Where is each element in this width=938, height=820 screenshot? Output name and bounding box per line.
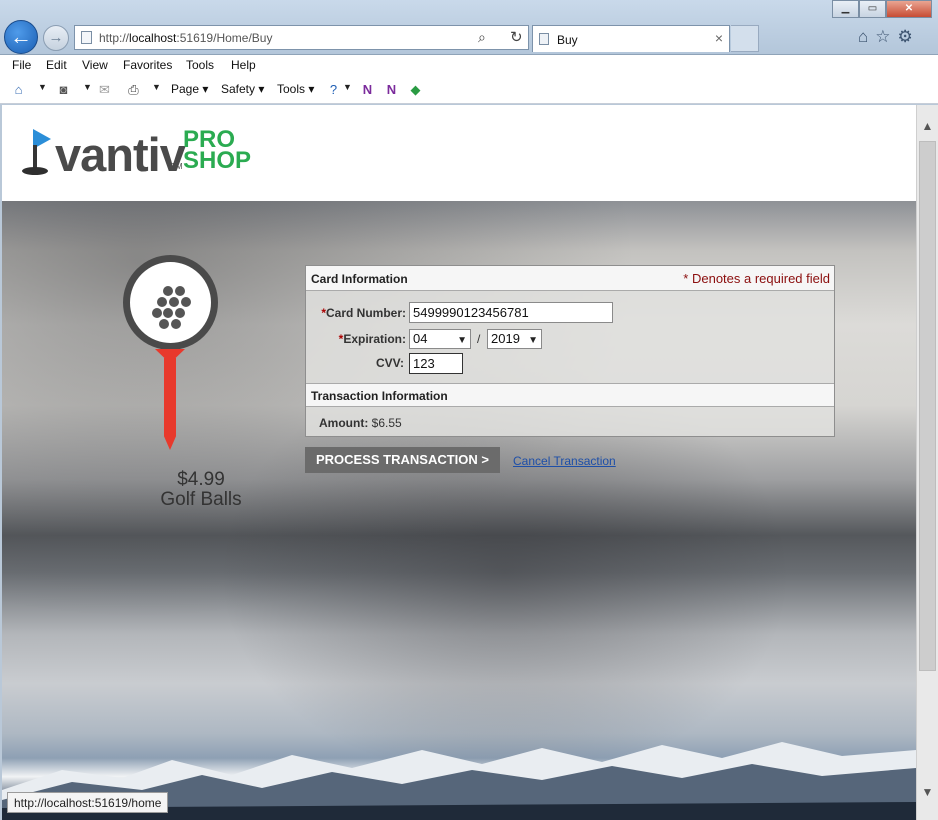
card-number-label-text: Card Number: xyxy=(325,306,406,320)
tab-page-icon xyxy=(539,33,549,45)
page-menu[interactable]: Page ▾ xyxy=(171,82,208,96)
chevron-down-icon: ▼ xyxy=(457,335,467,346)
expiration-month-select[interactable]: 04 ▼ xyxy=(409,329,471,349)
scroll-down-icon[interactable]: ▼ xyxy=(917,785,938,803)
process-transaction-button[interactable]: PROCESS TRANSACTION > xyxy=(305,447,500,473)
card-info-title: Card Information xyxy=(311,272,408,286)
logo-trademark: TM xyxy=(171,162,183,171)
menu-edit[interactable]: Edit xyxy=(46,58,67,72)
url-path: :51619/Home/Buy xyxy=(176,31,273,45)
tools-menu-label: Tools xyxy=(277,82,306,96)
window-controls: ▁ ▭ ✕ xyxy=(832,0,932,18)
expiration-year-select[interactable]: 2019 ▼ xyxy=(487,329,542,349)
cvv-label: CVV: xyxy=(375,356,404,370)
menu-view[interactable]: View xyxy=(82,58,108,72)
safety-menu[interactable]: Safety ▾ xyxy=(221,82,264,96)
payment-form-panel: Card Information * Denotes a required fi… xyxy=(305,265,835,437)
golf-ball-icon xyxy=(123,255,218,350)
minimize-button[interactable]: ▁ xyxy=(832,0,859,18)
tab-buy[interactable]: Buy × xyxy=(532,25,730,52)
settings-gear-icon[interactable]: ⚙ xyxy=(898,27,913,47)
tab-close-icon[interactable]: × xyxy=(715,30,723,46)
help-icon[interactable]: ? xyxy=(326,82,341,97)
logo-wordmark: vantiv xyxy=(55,128,186,181)
mail-icon[interactable]: ✉ xyxy=(97,82,112,97)
chevron-down-icon: ▼ xyxy=(528,335,538,346)
print-icon[interactable]: ⎙ xyxy=(126,82,141,97)
expiration-label: *Expiration: xyxy=(316,332,406,346)
favorites-star-icon[interactable]: ☆ xyxy=(875,27,890,47)
home-icon[interactable]: ⌂ xyxy=(858,27,868,47)
addon-icon[interactable]: ◆ xyxy=(408,82,423,97)
address-bar[interactable]: http://localhost:51619/Home/Buy ⌕ ↻ xyxy=(74,25,529,50)
amount-row: Amount: $6.55 xyxy=(319,416,402,430)
search-icon[interactable]: ⌕ xyxy=(478,29,486,46)
site-header: vantiv TM PRO SHOP xyxy=(2,105,916,201)
forward-button[interactable]: → xyxy=(43,25,69,51)
card-info-header: Card Information * Denotes a required fi… xyxy=(306,266,834,291)
page-viewport: vantiv TM PRO SHOP $4.99 Golf Balls Card… xyxy=(2,105,916,820)
tools-menu[interactable]: Tools ▾ xyxy=(277,82,314,96)
cvv-field[interactable]: 123 xyxy=(409,353,463,374)
transaction-info-title: Transaction Information xyxy=(311,389,448,403)
card-number-label: *Card Number: xyxy=(316,306,406,320)
chevron-down-icon[interactable]: ▼ xyxy=(38,82,47,92)
forward-icon: → xyxy=(48,29,64,46)
scrollbar-thumb[interactable] xyxy=(919,141,936,671)
expiration-year-value: 2019 xyxy=(491,331,520,346)
menu-file[interactable]: File xyxy=(12,58,31,72)
required-field-note: * Denotes a required field xyxy=(683,271,830,286)
url-prefix: http:// xyxy=(99,31,130,45)
chevron-down-icon[interactable]: ▼ xyxy=(152,82,161,92)
logo-shop: SHOP xyxy=(183,147,252,174)
expiration-separator: / xyxy=(477,332,481,346)
menu-help[interactable]: Help xyxy=(231,58,256,72)
home-icon[interactable]: ⌂ xyxy=(11,82,26,97)
flag-base xyxy=(22,167,48,175)
onenote-icon[interactable]: N xyxy=(384,82,399,97)
amount-label: Amount: xyxy=(319,416,369,430)
new-tab-button[interactable] xyxy=(731,25,759,52)
safety-menu-label: Safety xyxy=(221,82,256,96)
transaction-info-header: Transaction Information xyxy=(306,383,834,407)
menu-tools[interactable]: Tools xyxy=(186,58,214,72)
scroll-up-icon[interactable]: ▲ xyxy=(917,119,938,137)
refresh-icon[interactable]: ↻ xyxy=(510,28,523,46)
card-number-field[interactable]: 5499990123456781 xyxy=(409,302,613,323)
menu-bar: File Edit View Favorites Tools Help xyxy=(0,55,938,77)
browser-titlebar: ▁ ▭ ✕ ← → http://localhost:51619/Home/Bu… xyxy=(0,0,938,55)
page-icon xyxy=(81,31,92,44)
address-url[interactable]: http://localhost:51619/Home/Buy xyxy=(99,31,272,45)
url-host: localhost xyxy=(129,31,177,45)
expiration-month-value: 04 xyxy=(413,331,428,346)
vertical-scrollbar[interactable]: ▲ ▼ xyxy=(916,105,938,820)
expiration-label-text: Expiration: xyxy=(343,332,406,346)
status-bar-url: http://localhost:51619/home xyxy=(7,792,169,813)
browser-right-icons: ⌂ ☆ ⚙ xyxy=(858,27,913,47)
back-icon: ← xyxy=(10,24,32,49)
tab-label: Buy xyxy=(557,33,578,47)
back-button[interactable]: ← xyxy=(4,20,38,54)
cancel-transaction-link[interactable]: Cancel Transaction xyxy=(513,454,616,468)
amount-value: $6.55 xyxy=(371,416,402,430)
chevron-down-icon[interactable]: ▼ xyxy=(343,82,352,92)
feeds-icon[interactable]: ◙ xyxy=(56,82,71,97)
command-bar: ⌂ ▼ ◙ ▼ ✉ ⎙ ▼ Page ▾ Safety ▾ Tools ▾ ? … xyxy=(0,77,938,104)
chevron-down-icon[interactable]: ▼ xyxy=(83,82,92,92)
onenote-icon[interactable]: N xyxy=(360,82,375,97)
maximize-button[interactable]: ▭ xyxy=(859,0,886,18)
product-price: $4.99 xyxy=(177,469,225,490)
close-window-button[interactable]: ✕ xyxy=(886,0,932,18)
product-name: Golf Balls xyxy=(160,489,242,510)
page-menu-label: Page xyxy=(171,82,200,96)
tee-stem xyxy=(164,358,176,450)
menu-favorites[interactable]: Favorites xyxy=(123,58,172,72)
